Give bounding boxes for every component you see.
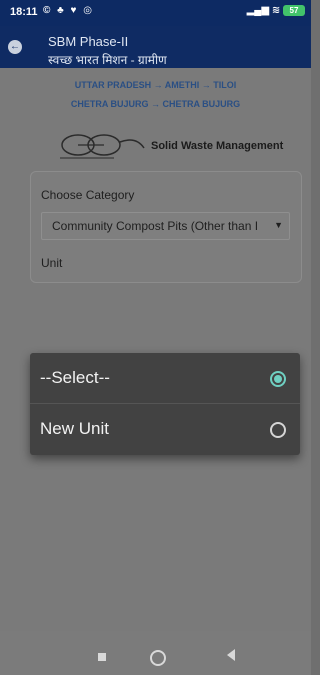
- recent-apps-icon[interactable]: [98, 653, 106, 661]
- app-title: SBM Phase-II: [48, 34, 129, 49]
- wifi-icon: ≋: [271, 5, 281, 17]
- battery-icon: 57: [283, 5, 305, 16]
- swachh-bharat-logo-icon: [60, 134, 145, 159]
- selection-card: Choose Category Community Compost Pits (…: [30, 171, 302, 283]
- radio-unselected-icon[interactable]: [270, 422, 286, 438]
- notification-icons: © ♣ ♥ ◎: [43, 5, 94, 16]
- system-icons: ▂▄▆ ≋ 57: [247, 5, 305, 16]
- location-path-village: CHETRA BUJURG → CHETRA BUJURG: [70, 99, 241, 109]
- status-bar: 18:11 © ♣ ♥ ◎ ▂▄▆ ≋ 57: [0, 0, 311, 26]
- back-triangle-icon[interactable]: [227, 649, 235, 661]
- option-new-unit[interactable]: New Unit: [30, 404, 300, 455]
- system-nav-bar: [0, 631, 311, 675]
- radio-selected-icon[interactable]: [270, 371, 286, 387]
- location-path-state: UTTAR PRADESH → AMETHI → TILOI: [74, 80, 237, 90]
- category-select[interactable]: Community Compost Pits (Other than I ▼: [41, 212, 290, 240]
- option-select-label: --Select--: [40, 368, 110, 387]
- category-selected-value: Community Compost Pits (Other than I: [52, 219, 259, 233]
- category-label: Choose Category: [41, 188, 135, 202]
- brand-row: Solid Waste Management: [56, 130, 296, 162]
- option-select[interactable]: --Select--: [30, 353, 300, 404]
- home-icon[interactable]: [150, 650, 166, 666]
- brand-text: Solid Waste Management: [151, 140, 284, 152]
- main-content: UTTAR PRADESH → AMETHI → TILOI CHETRA BU…: [0, 68, 311, 631]
- status-time: 18:11: [10, 6, 38, 18]
- app-bar: ← SBM Phase-II स्वच्छ भारत मिशन - ग्रामी…: [0, 26, 311, 68]
- dropdown-caret-icon: ▼: [274, 220, 283, 230]
- app-subtitle: स्वच्छ भारत मिशन - ग्रामीण: [48, 53, 167, 67]
- unit-selection-dialog: --Select-- New Unit: [30, 353, 300, 455]
- signal-icon: ▂▄▆: [246, 5, 270, 17]
- unit-label: Unit: [41, 256, 63, 270]
- back-arrow-icon[interactable]: ←: [8, 40, 22, 54]
- option-new-unit-label: New Unit: [40, 419, 109, 438]
